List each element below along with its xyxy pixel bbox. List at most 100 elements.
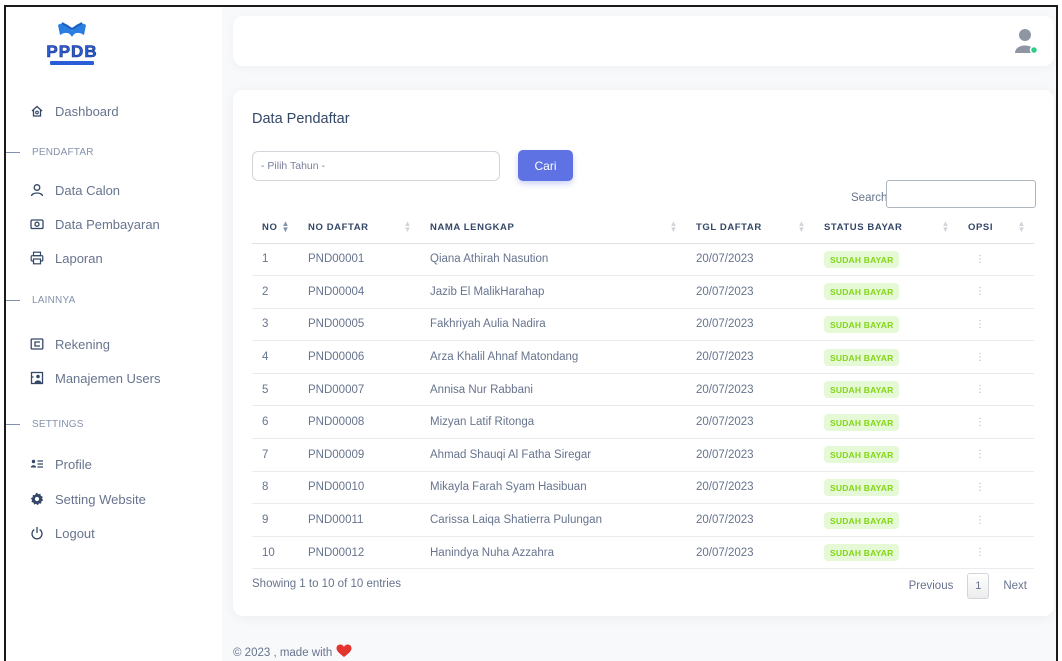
- year-select[interactable]: - Pilih Tahun -: [252, 151, 500, 181]
- nav-logout-label: Logout: [55, 525, 95, 541]
- nav-rekening[interactable]: Rekening: [30, 333, 110, 355]
- footer-text: © 2023 , made with: [233, 646, 333, 659]
- previous-button[interactable]: Previous: [901, 574, 962, 598]
- money-icon: [30, 217, 44, 231]
- cell-status: SUDAH BAYAR: [814, 243, 958, 277]
- nav-setting-website[interactable]: Setting Website: [30, 488, 146, 510]
- cell-no-daftar: PND00007: [298, 373, 420, 407]
- user-icon: [30, 183, 44, 197]
- top-navbar: [233, 16, 1054, 66]
- cell-no: 6: [252, 405, 298, 440]
- status-badge: SUDAH BAYAR: [824, 348, 900, 366]
- status-badge: SUDAH BAYAR: [824, 544, 900, 562]
- section-divider: [6, 423, 20, 425]
- home-icon: [30, 104, 44, 118]
- sidebar: PPDB Dashboard PENDAFTAR Data Calon Data: [6, 7, 222, 661]
- section-lainnya-label: LAINNYA: [32, 294, 76, 306]
- cell-status: SUDAH BAYAR: [814, 340, 958, 374]
- cell-no-daftar: PND00011: [298, 503, 420, 537]
- cell-tgl-daftar: 20/07/2023: [686, 405, 814, 440]
- options-menu-icon[interactable]: ⋮: [958, 275, 1034, 309]
- section-pendaftar: PENDAFTAR: [6, 145, 94, 159]
- cell-nama: Mizyan Latif Ritonga: [420, 405, 686, 440]
- cell-status: SUDAH BAYAR: [814, 405, 958, 440]
- table-row: 3 PND00005 Fakhriyah Aulia Nadira 20/07/202…: [252, 308, 1034, 342]
- cell-tgl-daftar: 20/07/2023: [686, 340, 814, 374]
- users-icon: [30, 371, 44, 385]
- search-button[interactable]: Cari: [518, 150, 573, 181]
- cell-no-daftar: PND00012: [298, 536, 420, 570]
- section-settings: SETTINGS: [6, 417, 84, 431]
- table-row: 8 PND00010 Mikayla Farah Syam Hasibuan 20/0…: [252, 471, 1034, 505]
- logo-text: PPDB: [46, 42, 97, 61]
- cell-tgl-daftar: 20/07/2023: [686, 308, 814, 342]
- footer: © 2023 , made with: [233, 644, 352, 661]
- table-row: 5 PND00007 Annisa Nur Rabbani 20/07/2023 SUD…: [252, 373, 1034, 407]
- sort-icon: ▲ ▼: [1017, 219, 1026, 234]
- cell-nama: Jazib El MalikHarahap: [420, 275, 686, 309]
- options-menu-icon[interactable]: ⋮: [958, 243, 1034, 277]
- options-menu-icon[interactable]: ⋮: [958, 340, 1034, 374]
- nav-dashboard[interactable]: Dashboard: [30, 100, 119, 122]
- column-header-no-daftar[interactable]: NO DAFTAR ▲ ▼: [298, 212, 420, 244]
- next-button[interactable]: Next: [995, 574, 1035, 598]
- options-menu-icon[interactable]: ⋮: [958, 503, 1034, 537]
- section-divider: [6, 299, 20, 301]
- cell-tgl-daftar: 20/07/2023: [686, 503, 814, 537]
- nav-logout[interactable]: Logout: [30, 522, 95, 544]
- nav-data-calon-label: Data Calon: [55, 182, 121, 198]
- sort-icon: ▲ ▼: [941, 219, 950, 234]
- cell-no-daftar: PND00006: [298, 340, 420, 374]
- nav-profile-label: Profile: [55, 456, 92, 472]
- options-menu-icon[interactable]: ⋮: [958, 536, 1034, 570]
- cell-no: 8: [252, 471, 298, 505]
- cell-nama: Arza Khalil Ahnaf Matondang: [420, 340, 686, 374]
- options-menu-icon[interactable]: ⋮: [958, 308, 1034, 342]
- power-icon: [30, 526, 44, 540]
- cell-status: SUDAH BAYAR: [814, 275, 958, 309]
- cell-status: SUDAH BAYAR: [814, 471, 958, 505]
- nav-laporan[interactable]: Laporan: [30, 247, 103, 269]
- cell-tgl-daftar: 20/07/2023: [686, 243, 814, 277]
- column-header-nama[interactable]: NAMA LENGKAP ▲ ▼: [420, 212, 686, 244]
- cell-no-daftar: PND00005: [298, 308, 420, 342]
- cell-no: 7: [252, 438, 298, 472]
- cell-no: 5: [252, 373, 298, 407]
- table-row: 9 PND00011 Carissa Laiqa Shatierra Pulunga…: [252, 503, 1034, 537]
- column-header-status[interactable]: STATUS BAYAR ▲ ▼: [814, 212, 958, 244]
- options-menu-icon[interactable]: ⋮: [958, 438, 1034, 472]
- ppdb-logo[interactable]: PPDB: [36, 17, 108, 69]
- cell-no: 3: [252, 308, 298, 342]
- status-badge: SUDAH BAYAR: [824, 250, 900, 268]
- options-menu-icon[interactable]: ⋮: [958, 471, 1034, 505]
- options-menu-icon[interactable]: ⋮: [958, 405, 1034, 440]
- app-frame: PPDB Dashboard PENDAFTAR Data Calon Data: [4, 5, 1058, 661]
- nav-data-pembayaran[interactable]: Data Pembayaran: [30, 213, 160, 235]
- nav-data-calon[interactable]: Data Calon: [30, 179, 120, 201]
- column-header-no[interactable]: NO ▲ ▼: [252, 212, 298, 244]
- table-header-row: NO ▲ ▼ NO DAFTAR ▲ ▼ NAMA LENGKAP ▲ ▼ TGL DAFT…: [252, 212, 1034, 244]
- section-pendaftar-label: PENDAFTAR: [32, 146, 94, 158]
- cell-no: 2: [252, 275, 298, 309]
- cell-tgl-daftar: 20/07/2023: [686, 536, 814, 570]
- table-row: 4 PND00006 Arza Khalil Ahnaf Matondang 20/0…: [252, 340, 1034, 374]
- search-label: Search:: [851, 192, 891, 204]
- cell-nama: Qiana Athirah Nasution: [420, 243, 686, 277]
- nav-profile[interactable]: Profile: [30, 453, 92, 475]
- user-avatar-icon[interactable]: [1014, 26, 1040, 58]
- options-menu-icon[interactable]: ⋮: [958, 373, 1034, 407]
- search-input[interactable]: [886, 180, 1036, 208]
- cell-no: 4: [252, 340, 298, 374]
- cell-tgl-daftar: 20/07/2023: [686, 471, 814, 505]
- heart-icon: [336, 644, 352, 661]
- nav-rekening-label: Rekening: [55, 336, 110, 352]
- column-header-opsi[interactable]: OPSI ▲ ▼: [958, 212, 1034, 244]
- nav-laporan-label: Laporan: [55, 250, 103, 266]
- cell-status: SUDAH BAYAR: [814, 536, 958, 570]
- table-row: 6 PND00008 Mizyan Latif Ritonga 20/07/2023 S…: [252, 405, 1034, 440]
- data-pendaftar-card: Data Pendaftar - Pilih Tahun - Cari Sear…: [233, 90, 1054, 616]
- cell-no: 1: [252, 243, 298, 277]
- page-1-button[interactable]: 1: [967, 573, 990, 599]
- column-header-tgl[interactable]: TGL DAFTAR ▲ ▼: [686, 212, 814, 244]
- nav-manajemen-users[interactable]: Manajemen Users: [30, 367, 161, 389]
